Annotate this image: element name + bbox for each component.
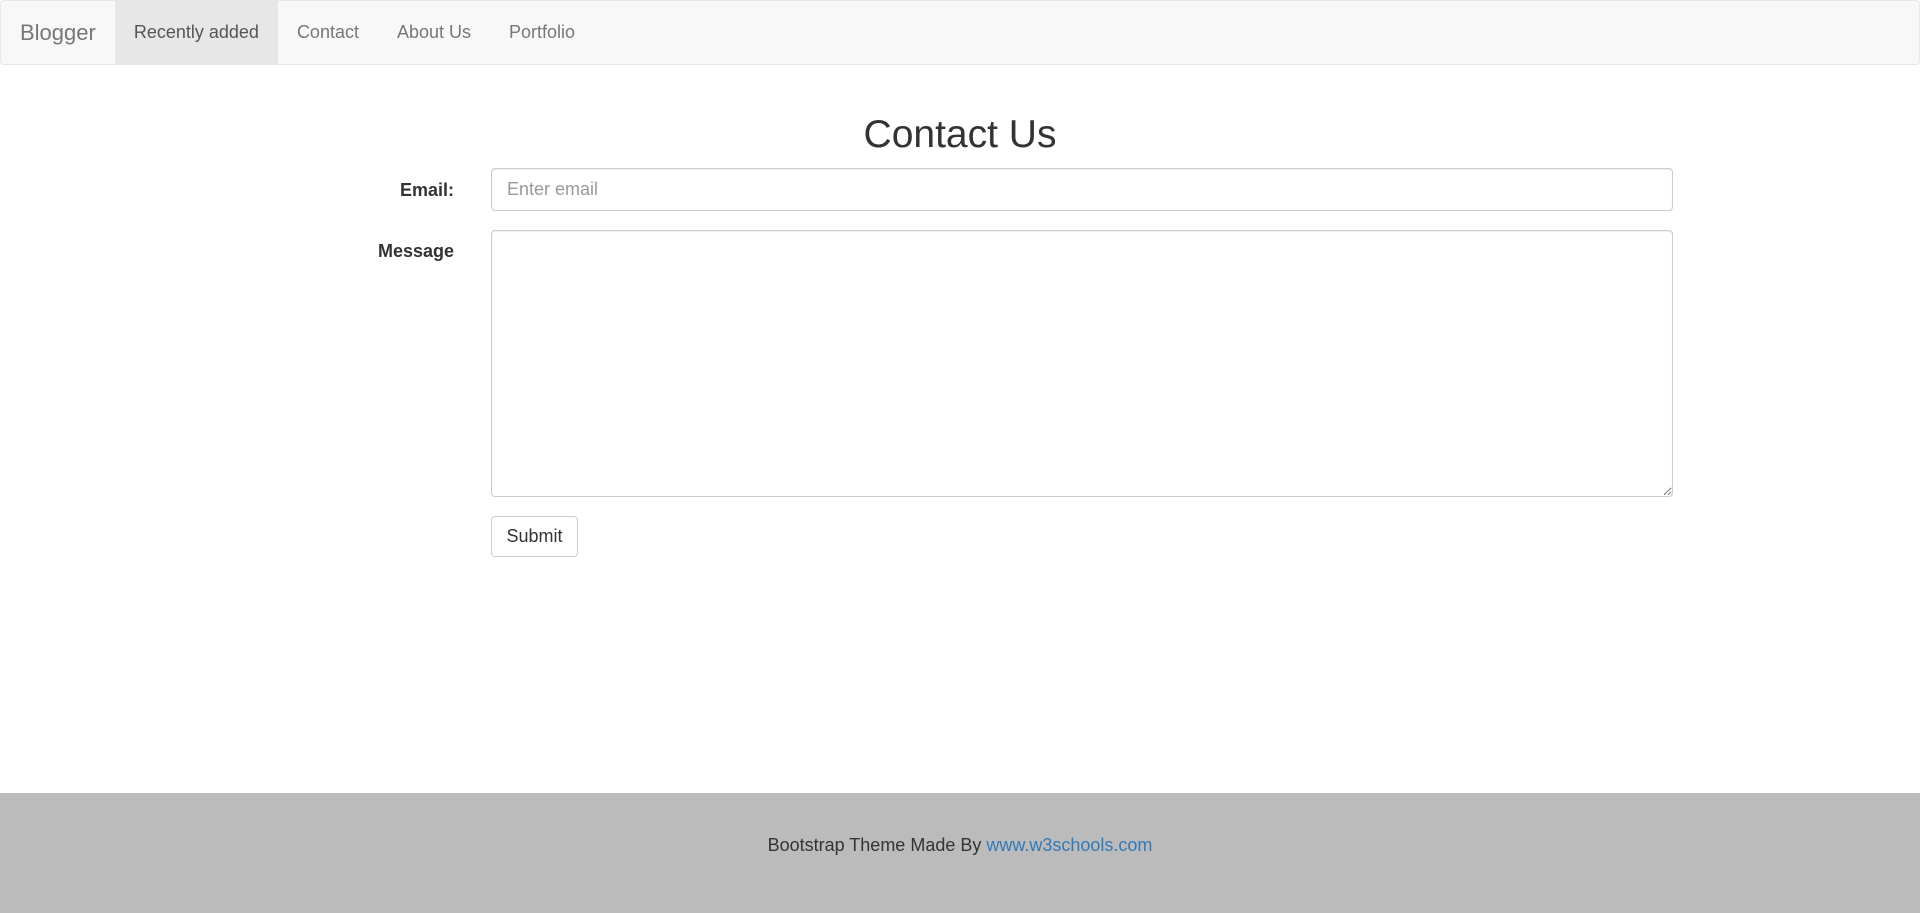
navbar: Blogger Recently added Contact About Us … [0,0,1920,65]
email-field[interactable] [491,168,1673,211]
brand-link[interactable]: Blogger [1,1,115,64]
message-label: Message [377,241,454,261]
footer: Bootstrap Theme Made By www.w3schools.co… [0,793,1920,913]
message-textarea[interactable] [491,230,1673,497]
footer-text: Bootstrap Theme Made By [767,835,987,855]
submit-button[interactable]: Submit [491,516,578,557]
nav-item-portfolio[interactable]: Portfolio [490,1,594,64]
nav-item-about-us[interactable]: About Us [378,1,490,64]
nav-item-contact[interactable]: Contact [278,1,378,64]
page-title: Contact Us [863,113,1057,156]
nav-item-recently-added[interactable]: Recently added [114,1,278,64]
footer-link[interactable]: www.w3schools.com [986,835,1152,855]
footer-text-container: Bootstrap Theme Made By www.w3schools.co… [0,833,1920,857]
email-label: Email: [399,180,454,200]
